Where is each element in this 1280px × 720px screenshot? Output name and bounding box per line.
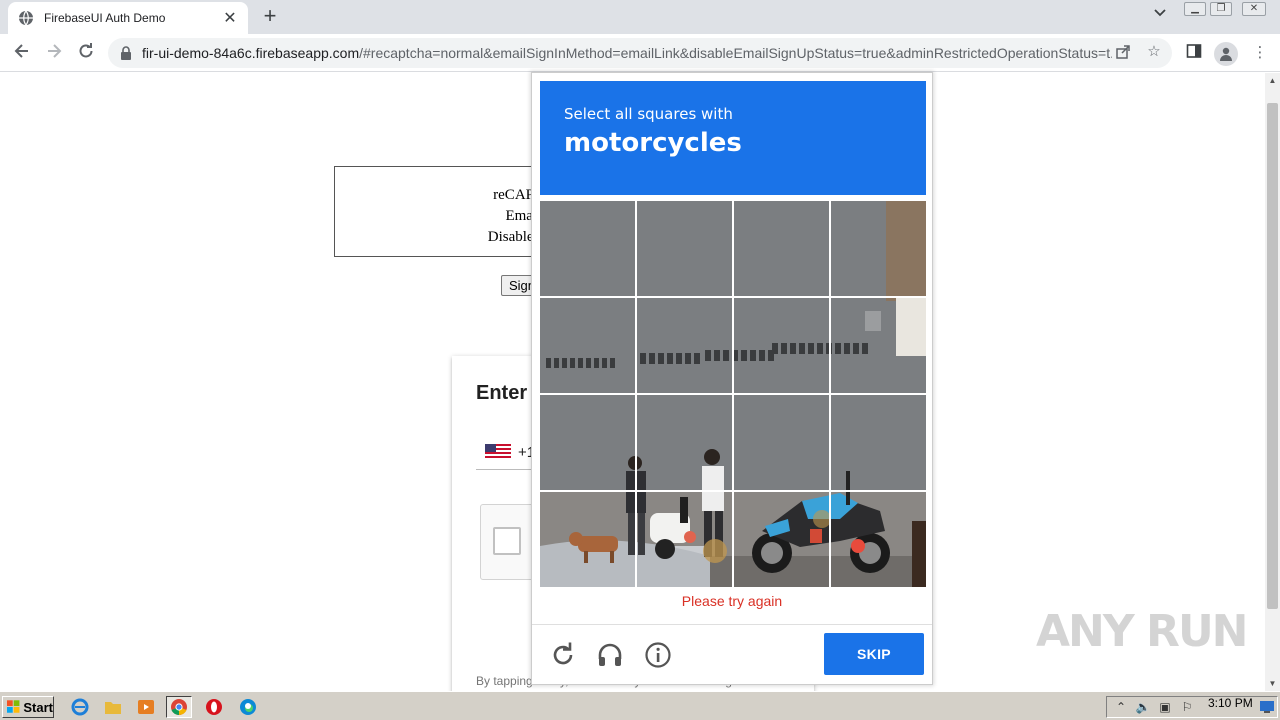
- windows-logo-icon: [7, 700, 20, 713]
- tile-image: [540, 395, 635, 490]
- challenge-object: motorcycles: [564, 128, 742, 158]
- tab-search-icon[interactable]: [1153, 6, 1167, 23]
- bookmark-star-icon[interactable]: ☆: [1145, 43, 1163, 61]
- image-grid: [540, 201, 926, 587]
- back-icon[interactable]: [10, 42, 34, 64]
- tile-image: [637, 395, 732, 490]
- side-panel-icon[interactable]: [1184, 43, 1204, 63]
- taskbar: Start ⌃ 🔈 ▣ ⚐ 3:10 PM: [0, 691, 1280, 720]
- folder-icon[interactable]: [100, 696, 126, 718]
- tile-image: [734, 395, 829, 490]
- image-tile[interactable]: [540, 201, 635, 296]
- anyrun-watermark: ANY RUN: [1036, 606, 1248, 657]
- info-icon[interactable]: [644, 641, 672, 669]
- window-close-icon[interactable]: ✕: [1242, 2, 1266, 16]
- minimize-icon[interactable]: ▁: [1184, 2, 1206, 16]
- browser-toolbar: fir-ui-demo-84a6c.firebaseapp.com/#recap…: [0, 34, 1280, 72]
- image-tile[interactable]: [734, 298, 829, 393]
- opera-icon[interactable]: [201, 696, 227, 718]
- reload-challenge-icon[interactable]: [549, 641, 577, 669]
- challenge-footer-divider: [532, 624, 932, 625]
- reload-icon[interactable]: [74, 42, 98, 64]
- new-tab-button[interactable]: +: [258, 5, 282, 28]
- scroll-down-icon[interactable]: ▼: [1265, 676, 1280, 691]
- image-tile[interactable]: [540, 298, 635, 393]
- edge-icon[interactable]: [235, 696, 261, 718]
- forward-icon[interactable]: [42, 42, 66, 64]
- page-scrollbar[interactable]: ▲ ▼: [1265, 73, 1280, 691]
- tile-image: [831, 492, 926, 587]
- image-tile[interactable]: [831, 298, 926, 393]
- image-tile[interactable]: [637, 395, 732, 490]
- tile-image: [637, 298, 732, 393]
- network-icon[interactable]: ▣: [1157, 700, 1173, 714]
- globe-icon: [19, 10, 33, 26]
- image-tile[interactable]: [831, 395, 926, 490]
- tile-image: [831, 201, 926, 296]
- image-tile[interactable]: [831, 492, 926, 587]
- tile-image: [540, 201, 635, 296]
- tab-firebaseui[interactable]: FirebaseUI Auth Demo ✕: [8, 2, 248, 34]
- image-tile[interactable]: [734, 492, 829, 587]
- recaptcha-checkbox[interactable]: [493, 527, 521, 555]
- tile-image: [637, 492, 732, 587]
- restore-icon[interactable]: ❐: [1210, 2, 1232, 16]
- url-path: /#recaptcha=normal&emailSignInMethod=ema…: [359, 45, 1112, 61]
- image-tile[interactable]: [831, 201, 926, 296]
- tile-image: [734, 298, 829, 393]
- chrome-icon[interactable]: [166, 696, 192, 718]
- volume-icon[interactable]: 🔈: [1135, 700, 1151, 714]
- image-tile[interactable]: [540, 395, 635, 490]
- tile-image: [540, 298, 635, 393]
- challenge-header: Select all squares with motorcycles: [540, 81, 926, 195]
- error-message: Please try again: [681, 593, 783, 609]
- scroll-up-icon[interactable]: ▲: [1265, 73, 1280, 88]
- tab-close-icon[interactable]: ✕: [222, 8, 238, 28]
- show-desktop-icon[interactable]: [1254, 696, 1280, 718]
- tile-image: [734, 492, 829, 587]
- profile-avatar-icon[interactable]: [1214, 42, 1238, 66]
- tab-title: FirebaseUI Auth Demo: [44, 11, 166, 25]
- challenge-instruction: Select all squares with: [564, 105, 733, 123]
- tray-expand-icon[interactable]: ⌃: [1113, 700, 1129, 714]
- recaptcha-challenge: Select all squares with motorcycles Plea…: [531, 72, 933, 685]
- url-host: fir-ui-demo-84a6c.firebaseapp.com: [142, 45, 360, 61]
- skip-button[interactable]: SKIP: [824, 633, 924, 675]
- share-icon[interactable]: [1114, 44, 1132, 62]
- tile-image: [540, 492, 635, 587]
- image-tile[interactable]: [637, 492, 732, 587]
- media-player-icon[interactable]: [133, 696, 159, 718]
- tile-image: [831, 395, 926, 490]
- scroll-thumb[interactable]: [1267, 103, 1278, 609]
- image-tile[interactable]: [637, 298, 732, 393]
- image-tile[interactable]: [734, 395, 829, 490]
- image-tile[interactable]: [734, 201, 829, 296]
- us-flag-icon[interactable]: [485, 444, 511, 460]
- start-label: Start: [23, 699, 53, 715]
- ie-icon[interactable]: [67, 696, 93, 718]
- tile-image: [734, 201, 829, 296]
- flag-icon[interactable]: ⚐: [1179, 700, 1195, 714]
- tile-image: [637, 201, 732, 296]
- menu-kebab-icon[interactable]: ⋮: [1250, 43, 1270, 63]
- clock: 3:10 PM: [1208, 696, 1253, 710]
- lock-icon: [121, 46, 131, 60]
- url-text: fir-ui-demo-84a6c.firebaseapp.com/#recap…: [142, 45, 1112, 61]
- tab-strip: FirebaseUI Auth Demo ✕ + ▁ ❐ ✕: [0, 0, 1280, 34]
- start-button[interactable]: Start: [2, 696, 54, 718]
- image-tile[interactable]: [540, 492, 635, 587]
- address-bar[interactable]: fir-ui-demo-84a6c.firebaseapp.com/#recap…: [108, 38, 1172, 68]
- tile-image: [831, 298, 926, 393]
- image-tile[interactable]: [637, 201, 732, 296]
- audio-challenge-icon[interactable]: [596, 641, 624, 669]
